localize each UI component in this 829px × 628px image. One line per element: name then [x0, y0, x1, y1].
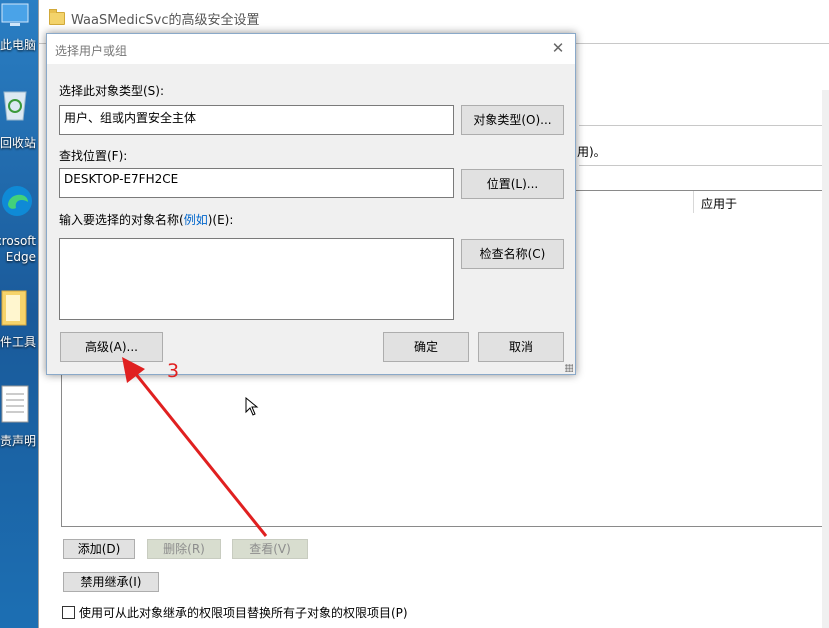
mouse-cursor-icon	[245, 397, 259, 416]
annotation-arrow	[122, 357, 268, 537]
